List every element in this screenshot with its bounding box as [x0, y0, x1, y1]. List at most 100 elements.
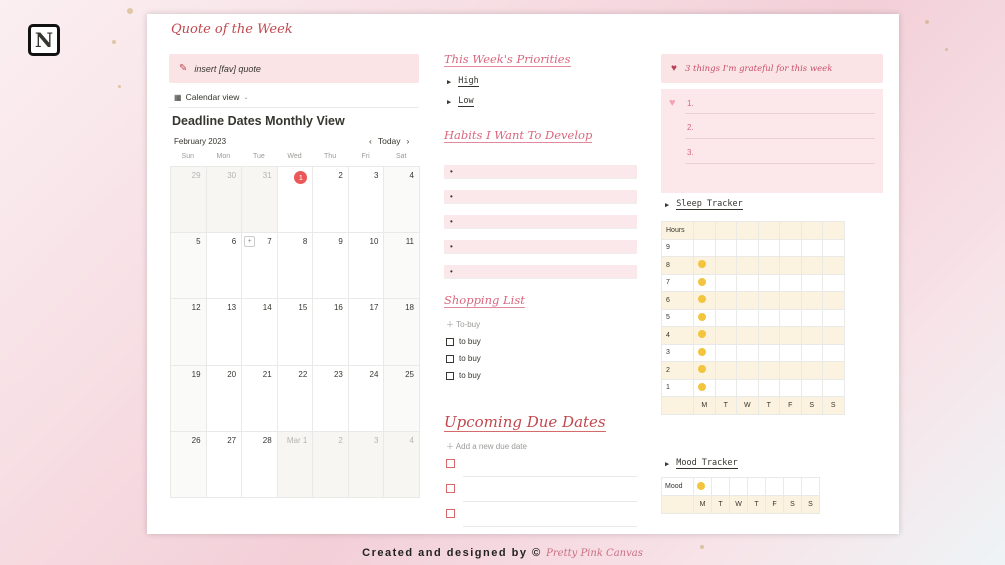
calendar-day-cell[interactable]: 13 [206, 299, 243, 366]
sleep-cell[interactable] [779, 361, 802, 380]
calendar-view-selector[interactable]: ▦ Calendar view ⌄ [174, 92, 248, 102]
sleep-cell[interactable] [693, 326, 716, 345]
sleep-cell[interactable] [757, 238, 780, 257]
sleep-cell[interactable] [693, 291, 716, 310]
sleep-cell[interactable] [757, 308, 780, 327]
sleep-cell[interactable] [779, 326, 802, 345]
sleep-cell[interactable] [714, 308, 737, 327]
sleep-cell[interactable] [714, 343, 737, 362]
sleep-cell[interactable] [757, 343, 780, 362]
sleep-cell[interactable] [822, 343, 845, 362]
sleep-cell[interactable] [800, 256, 823, 275]
calendar-day-cell[interactable]: 4 [384, 431, 420, 498]
sleep-cell[interactable] [736, 343, 759, 362]
sleep-cell[interactable] [736, 256, 759, 275]
sleep-cell[interactable] [693, 308, 716, 327]
add-to-buy-button[interactable]: ＋ To-buy [446, 319, 480, 330]
mood-cell[interactable] [801, 477, 820, 496]
sleep-cell[interactable] [714, 256, 737, 275]
chevron-left-icon[interactable]: ‹ [369, 136, 372, 146]
calendar-day-cell[interactable]: 14 [242, 299, 278, 366]
calendar-day-cell[interactable]: 30 [206, 167, 243, 234]
sleep-cell[interactable] [757, 273, 780, 292]
calendar-day-cell[interactable]: 12 [171, 299, 207, 366]
calendar-day-cell[interactable]: 8 [277, 233, 314, 300]
sleep-cell[interactable] [693, 361, 716, 380]
habit-item[interactable]: • [444, 165, 637, 179]
toggle-priority-low[interactable]: ▶ Low [447, 96, 474, 107]
add-event-icon[interactable]: + [244, 236, 256, 248]
calendar-day-cell[interactable]: 11 [384, 233, 420, 300]
calendar-day-cell[interactable]: Mar 1 [277, 431, 314, 498]
sleep-cell[interactable] [779, 256, 802, 275]
sleep-cell[interactable] [693, 256, 716, 275]
sleep-cell[interactable] [779, 221, 802, 240]
sleep-cell[interactable] [757, 291, 780, 310]
toggle-mood-tracker[interactable]: ▶ Mood Tracker [665, 458, 738, 469]
sleep-cell[interactable] [693, 343, 716, 362]
sleep-cell[interactable] [693, 378, 716, 397]
checkbox[interactable] [446, 354, 454, 363]
sleep-cell[interactable] [714, 273, 737, 292]
sleep-cell[interactable] [693, 238, 716, 257]
today-button[interactable]: Today [378, 136, 401, 146]
calendar-day-cell[interactable]: 6 [206, 233, 243, 300]
sleep-cell[interactable] [736, 238, 759, 257]
calendar-day-cell[interactable]: 31 [242, 167, 278, 234]
calendar-day-cell[interactable]: 4 [384, 167, 420, 234]
sleep-cell[interactable] [757, 221, 780, 240]
calendar-day-cell[interactable]: 22 [277, 365, 314, 432]
calendar-day-cell[interactable]: 27 [206, 431, 243, 498]
sleep-cell[interactable] [736, 221, 759, 240]
sleep-cell[interactable] [779, 238, 802, 257]
sleep-cell[interactable] [822, 273, 845, 292]
sleep-cell[interactable] [736, 361, 759, 380]
sleep-cell[interactable] [779, 291, 802, 310]
checkbox[interactable] [446, 371, 454, 380]
calendar-day-cell[interactable]: 2 [313, 167, 349, 234]
sleep-cell[interactable] [800, 308, 823, 327]
habit-item[interactable]: • [444, 190, 637, 204]
sleep-cell[interactable] [779, 343, 802, 362]
sleep-cell[interactable] [779, 273, 802, 292]
sleep-cell[interactable] [757, 326, 780, 345]
add-due-date-button[interactable]: ＋ Add a new due date [446, 441, 527, 452]
calendar-day-cell[interactable]: 5 [171, 233, 207, 300]
sleep-cell[interactable] [736, 326, 759, 345]
sleep-cell[interactable] [822, 291, 845, 310]
sleep-cell[interactable] [800, 273, 823, 292]
calendar-day-cell[interactable]: 9 [313, 233, 349, 300]
sleep-cell[interactable] [714, 361, 737, 380]
grateful-item[interactable]: 3. [687, 148, 694, 157]
calendar-day-cell[interactable]: 2 [313, 431, 349, 498]
calendar-day-cell[interactable]: 28 [242, 431, 278, 498]
mood-cell[interactable] [729, 477, 748, 496]
habit-item[interactable]: • [444, 240, 637, 254]
calendar-day-cell[interactable]: +7 [242, 233, 278, 300]
sleep-cell[interactable] [822, 326, 845, 345]
sleep-cell[interactable] [736, 378, 759, 397]
sleep-cell[interactable] [757, 361, 780, 380]
grateful-item[interactable]: 2. [687, 123, 694, 132]
sleep-cell[interactable] [714, 326, 737, 345]
sleep-cell[interactable] [757, 256, 780, 275]
mood-cell[interactable] [693, 477, 712, 496]
calendar-day-cell[interactable]: 1 [277, 167, 314, 234]
calendar-day-cell[interactable]: 21 [242, 365, 278, 432]
calendar-day-cell[interactable]: 25 [384, 365, 420, 432]
sleep-cell[interactable] [714, 291, 737, 310]
shopping-item[interactable]: to buy [446, 354, 481, 363]
calendar-day-cell[interactable]: 10 [348, 233, 385, 300]
chevron-right-icon[interactable]: › [407, 136, 410, 146]
calendar-day-cell[interactable]: 23 [313, 365, 349, 432]
sleep-cell[interactable] [714, 378, 737, 397]
due-date-checkbox[interactable] [446, 459, 455, 468]
sleep-cell[interactable] [736, 291, 759, 310]
sleep-cell[interactable] [714, 221, 737, 240]
habit-item[interactable]: • [444, 265, 637, 279]
sleep-cell[interactable] [822, 221, 845, 240]
sleep-cell[interactable] [779, 308, 802, 327]
calendar-day-cell[interactable]: 20 [206, 365, 243, 432]
shopping-item[interactable]: to buy [446, 337, 481, 346]
calendar-day-cell[interactable]: 3 [348, 431, 385, 498]
